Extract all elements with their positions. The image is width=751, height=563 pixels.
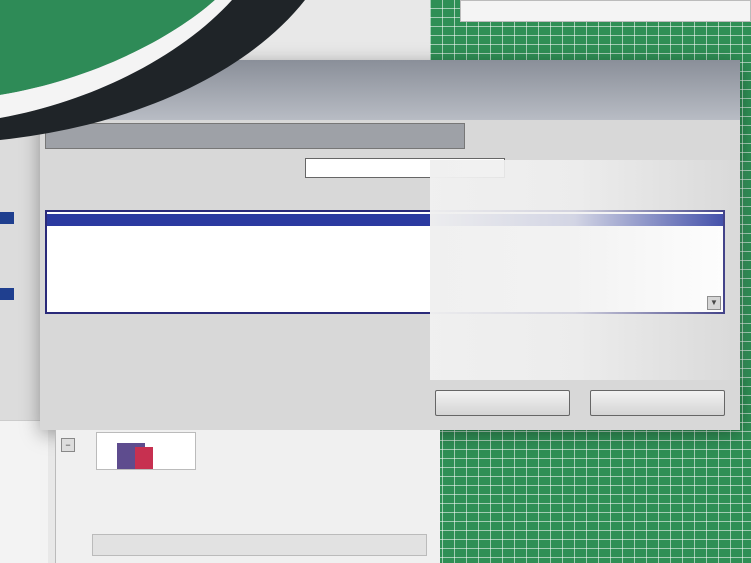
left-nav-marker <box>0 212 14 224</box>
panel-action-button[interactable] <box>92 534 427 556</box>
function-search-input[interactable] <box>45 123 465 149</box>
cancel-button[interactable] <box>590 390 725 416</box>
ok-button[interactable] <box>435 390 570 416</box>
background-panel <box>0 420 48 563</box>
lower-background-panel: − <box>55 430 440 563</box>
left-nav-marker <box>0 288 14 300</box>
expand-icon[interactable]: − <box>61 438 75 452</box>
top-text-strip <box>460 0 751 22</box>
fade-overlay <box>430 160 751 380</box>
dialog-title-bar <box>40 60 740 120</box>
thumbnail-shape <box>135 447 153 469</box>
thumbnail-image <box>96 432 196 470</box>
